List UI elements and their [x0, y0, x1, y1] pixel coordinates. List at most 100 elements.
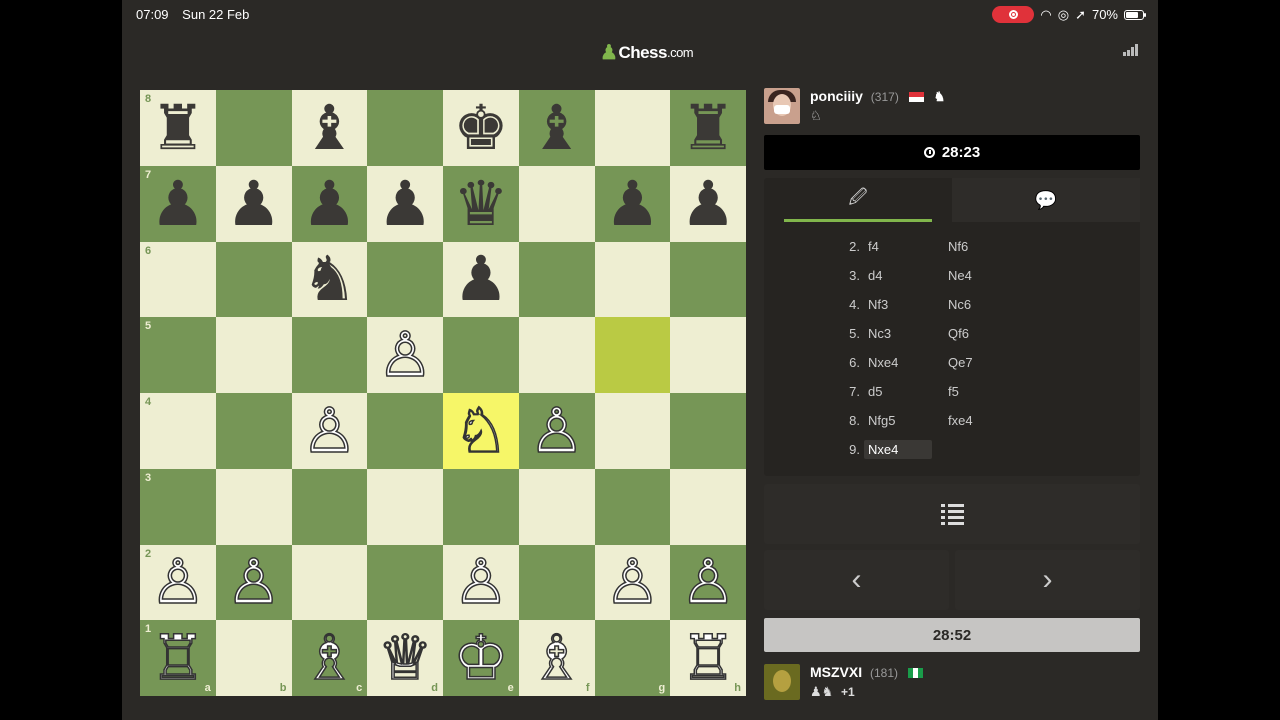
black-piece-icon[interactable]: ♟	[226, 172, 282, 235]
move-black[interactable]: f5	[948, 384, 1028, 399]
square-e4[interactable]: ♘	[443, 393, 519, 469]
square-a5[interactable]: 5	[140, 317, 216, 393]
game-options-button[interactable]	[764, 484, 1140, 544]
white-piece-icon[interactable]: ♕	[377, 626, 434, 690]
black-piece-icon[interactable]: ♚	[453, 96, 509, 159]
square-f4[interactable]: ♙	[518, 393, 595, 469]
white-piece-icon[interactable]: ♗	[528, 626, 585, 690]
square-g3[interactable]	[594, 468, 671, 545]
black-piece-icon[interactable]: ♟	[605, 172, 661, 235]
square-g6[interactable]	[594, 241, 671, 318]
white-piece-icon[interactable]: ♙	[225, 550, 282, 614]
black-piece-icon[interactable]: ♜	[150, 96, 206, 159]
square-g5[interactable]	[594, 317, 671, 393]
square-a8[interactable]: 8 ♜	[140, 90, 216, 166]
move-white[interactable]: Nf3	[868, 297, 948, 312]
square-e6[interactable]: ♟	[443, 241, 519, 318]
white-piece-icon[interactable]: ♙	[680, 550, 737, 614]
move-white[interactable]: d4	[868, 268, 948, 283]
square-d1[interactable]: d ♕	[367, 620, 443, 696]
white-piece-icon[interactable]: ♖	[680, 626, 737, 690]
player-name[interactable]: MSZVXI	[810, 664, 862, 680]
square-g2[interactable]: ♙	[594, 544, 671, 621]
square-d3[interactable]	[367, 468, 443, 545]
screen-recording-icon[interactable]	[992, 6, 1035, 23]
square-c3[interactable]	[291, 468, 368, 545]
square-e3[interactable]	[443, 468, 519, 545]
square-c2[interactable]	[291, 544, 368, 621]
square-d8[interactable]	[367, 90, 443, 166]
square-e8[interactable]: ♚	[443, 90, 519, 166]
black-piece-icon[interactable]: ♞	[302, 248, 358, 310]
move-black[interactable]: Nc6	[948, 297, 1028, 312]
square-g8[interactable]	[594, 90, 671, 166]
square-e2[interactable]: ♙	[443, 544, 519, 621]
square-b3[interactable]	[215, 468, 292, 545]
square-f8[interactable]: ♝	[518, 90, 595, 166]
square-a4[interactable]: 4	[140, 393, 216, 469]
white-piece-icon[interactable]: ♘	[452, 399, 509, 463]
opponent-avatar[interactable]	[764, 88, 800, 124]
white-piece-icon[interactable]: ♖	[149, 626, 206, 690]
opponent-name[interactable]: ponciiiy	[810, 88, 863, 104]
next-move-button[interactable]: ›	[955, 550, 1140, 610]
square-b4[interactable]	[215, 393, 292, 469]
tab-chat[interactable]: 💬	[952, 178, 1140, 222]
square-c1[interactable]: c ♗	[291, 620, 368, 696]
white-piece-icon[interactable]: ♙	[528, 399, 585, 463]
square-c6[interactable]: ♞	[291, 241, 368, 318]
square-h5[interactable]	[670, 317, 746, 393]
square-a3[interactable]: 3	[140, 468, 216, 545]
black-piece-icon[interactable]: ♟	[302, 172, 358, 235]
square-a2[interactable]: 2 ♙	[140, 544, 216, 621]
square-b7[interactable]: ♟	[215, 165, 292, 242]
square-c5[interactable]	[291, 317, 368, 393]
square-f2[interactable]	[518, 544, 595, 621]
square-f5[interactable]	[518, 317, 595, 393]
square-d6[interactable]	[367, 241, 443, 318]
white-piece-icon[interactable]: ♙	[149, 550, 206, 614]
square-f7[interactable]	[518, 165, 595, 242]
black-piece-icon[interactable]: ♟	[377, 172, 433, 235]
square-a1[interactable]: 1 a ♖	[140, 620, 216, 696]
square-b5[interactable]	[215, 317, 292, 393]
white-piece-icon[interactable]: ♔	[452, 626, 509, 690]
square-h6[interactable]	[670, 241, 746, 318]
black-piece-icon[interactable]: ♜	[680, 96, 736, 159]
square-h3[interactable]	[670, 468, 746, 545]
move-black[interactable]: Qf6	[948, 326, 1028, 341]
square-e7[interactable]: ♛	[443, 165, 519, 242]
square-e1[interactable]: e ♔	[443, 620, 519, 696]
move-white[interactable]: Nxe4	[868, 355, 948, 370]
square-a7[interactable]: 7 ♟	[140, 165, 216, 242]
black-piece-icon[interactable]: ♝	[302, 96, 358, 159]
player-avatar[interactable]	[764, 664, 800, 700]
move-white[interactable]: f4	[868, 239, 948, 254]
move-white[interactable]: d5	[868, 384, 948, 399]
square-e5[interactable]	[443, 317, 519, 393]
square-g4[interactable]	[594, 393, 671, 469]
previous-move-button[interactable]: ‹	[764, 550, 949, 610]
white-piece-icon[interactable]: ♗	[301, 626, 358, 690]
move-black[interactable]: Ne4	[948, 268, 1028, 283]
white-piece-icon[interactable]: ♙	[301, 399, 358, 463]
square-b6[interactable]	[215, 241, 292, 318]
white-piece-icon[interactable]: ♙	[452, 550, 509, 614]
square-h4[interactable]	[670, 393, 746, 469]
white-piece-icon[interactable]: ♙	[377, 323, 434, 387]
square-f3[interactable]	[518, 468, 595, 545]
black-piece-icon[interactable]: ♛	[453, 172, 509, 235]
move-black[interactable]: fxe4	[948, 413, 1028, 428]
square-d2[interactable]	[367, 544, 443, 621]
square-c8[interactable]: ♝	[291, 90, 368, 166]
square-f6[interactable]	[518, 241, 595, 318]
square-c4[interactable]: ♙	[291, 393, 368, 469]
square-h2[interactable]: ♙	[670, 544, 746, 621]
square-b8[interactable]	[215, 90, 292, 166]
square-g1[interactable]: g	[594, 620, 671, 696]
black-piece-icon[interactable]: ♟	[453, 248, 509, 310]
square-h8[interactable]: ♜	[670, 90, 746, 166]
square-h1[interactable]: h ♖	[670, 620, 746, 696]
move-black[interactable]: Nf6	[948, 239, 1028, 254]
square-d7[interactable]: ♟	[367, 165, 443, 242]
